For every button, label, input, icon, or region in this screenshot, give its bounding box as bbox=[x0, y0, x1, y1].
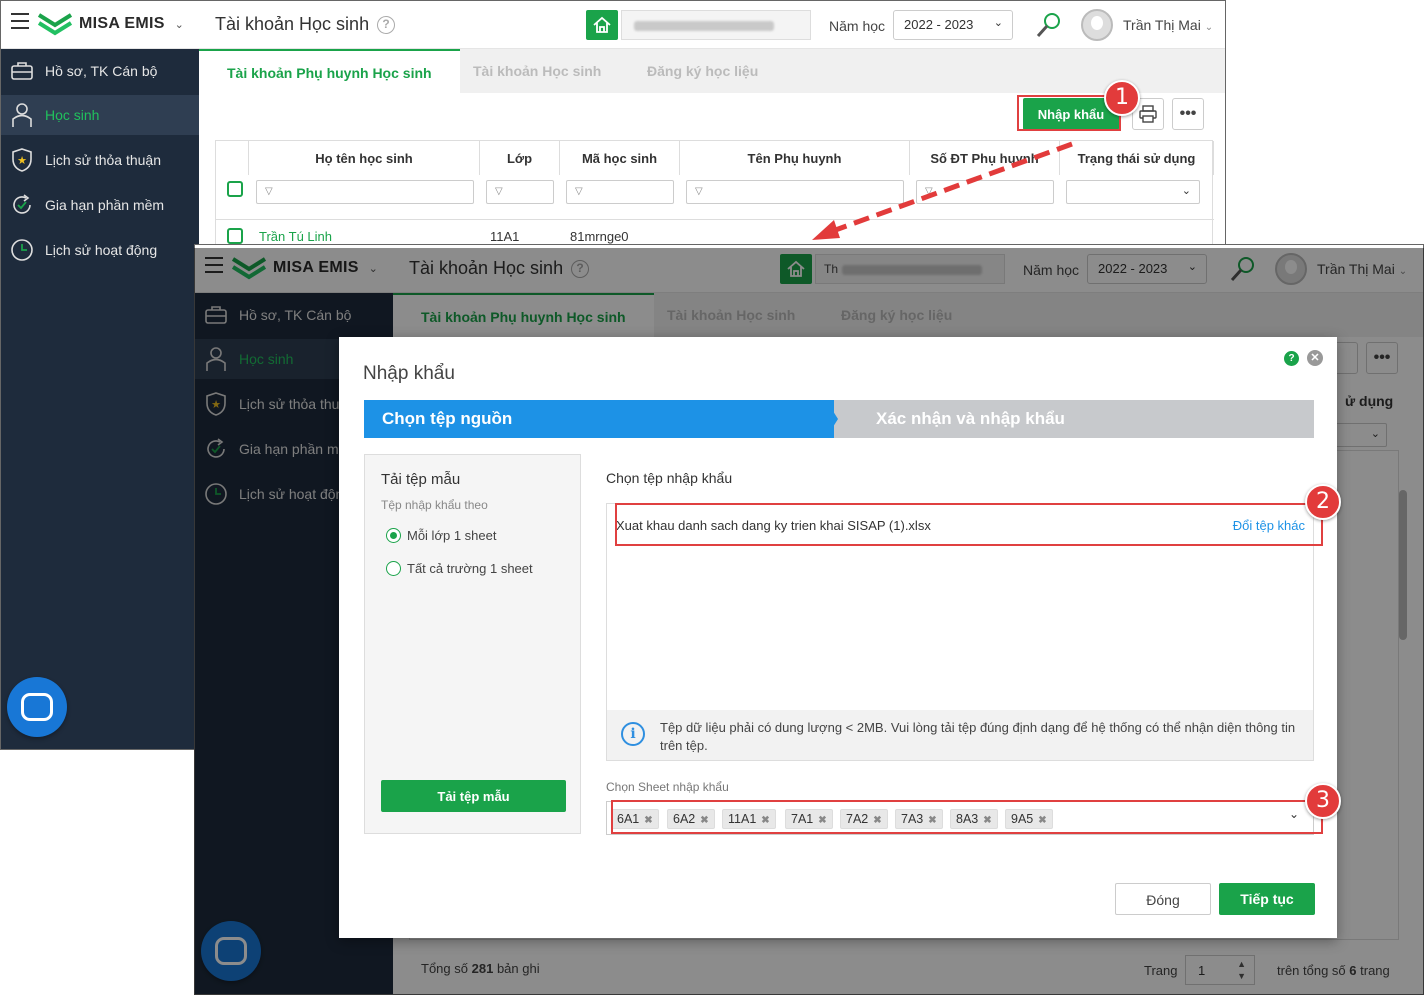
school-selector[interactable] bbox=[621, 10, 811, 40]
clock-icon bbox=[7, 235, 37, 265]
step-choose-source: Chọn tệp nguồn bbox=[364, 400, 844, 438]
radio-whole-school[interactable] bbox=[386, 561, 401, 576]
filter-input[interactable]: ▽ bbox=[566, 180, 674, 204]
avatar[interactable] bbox=[1081, 9, 1113, 41]
close-button[interactable]: Đóng bbox=[1115, 883, 1211, 915]
column-header[interactable]: Mã học sinh bbox=[560, 141, 680, 175]
sidebar-item-staff[interactable]: Hồ sơ, TK Cán bộ bbox=[1, 51, 199, 91]
brand-logo[interactable]: MISA EMIS ⌄ bbox=[37, 11, 184, 37]
student-icon bbox=[7, 100, 37, 130]
highlight-sheet-select bbox=[611, 800, 1323, 834]
tab-bar: Tài khoản Phụ huynh Học sinh Tài khoản H… bbox=[199, 49, 1225, 93]
sidebar-item-agreements[interactable]: ★ Lịch sử thỏa thuận bbox=[1, 140, 199, 180]
file-heading: Chọn tệp nhập khẩu bbox=[606, 470, 733, 486]
sidebar-item-label: Gia hạn phần mềm bbox=[45, 197, 165, 213]
filter-input[interactable]: ▽ bbox=[256, 180, 474, 204]
highlight-file-name bbox=[615, 503, 1323, 546]
brand-name: MISA EMIS bbox=[79, 15, 165, 32]
more-options-icon[interactable]: ••• bbox=[1172, 98, 1204, 130]
column-header[interactable]: Lớp bbox=[480, 141, 560, 175]
continue-button[interactable]: Tiếp tục bbox=[1219, 883, 1315, 915]
row-checkbox[interactable] bbox=[227, 228, 243, 244]
template-subheading: Tệp nhập khẩu theo bbox=[381, 498, 488, 512]
sidebar-item-label: Lịch sử hoạt động bbox=[45, 242, 158, 258]
info-bar: i Tệp dữ liệu phải có dung lượng < 2MB. … bbox=[607, 710, 1313, 760]
year-select[interactable]: 2022 - 2023 ⌄ bbox=[893, 10, 1013, 40]
year-label: Năm học bbox=[829, 18, 886, 34]
step-confirm-import: Xác nhận và nhập khẩu bbox=[834, 400, 1314, 438]
school-home-icon[interactable] bbox=[586, 10, 618, 40]
step-badge: 2 bbox=[1305, 484, 1341, 520]
help-icon[interactable]: ? bbox=[1284, 351, 1299, 366]
help-icon[interactable]: ? bbox=[377, 16, 396, 34]
user-name[interactable]: Trần Thị Mai ⌄ bbox=[1123, 17, 1213, 33]
briefcase-icon bbox=[7, 56, 37, 86]
chevron-down-icon: ⌄ bbox=[1204, 22, 1214, 33]
radio-label[interactable]: Tất cả trường 1 sheet bbox=[407, 561, 533, 576]
step-arrow bbox=[826, 400, 838, 438]
select-all-checkbox[interactable] bbox=[227, 181, 243, 197]
sidebar-item-label: Lịch sử thỏa thuận bbox=[45, 152, 162, 168]
step-badge: 1 bbox=[1104, 80, 1140, 116]
tab-parent-accounts[interactable]: Tài khoản Phụ huynh Học sinh bbox=[199, 49, 460, 93]
chat-support-button[interactable] bbox=[7, 677, 67, 737]
info-icon: i bbox=[621, 722, 645, 746]
class-cell: 11A1 bbox=[490, 229, 520, 244]
student-code-cell: 81mrnge0 bbox=[570, 229, 629, 244]
shield-star-icon: ★ bbox=[7, 145, 37, 175]
sidebar-item-students[interactable]: Học sinh bbox=[1, 95, 199, 135]
magic-search-icon[interactable] bbox=[1035, 11, 1063, 39]
download-template-button[interactable]: Tải tệp mẫu bbox=[381, 780, 566, 812]
info-text: Tệp dữ liệu phải có dung lượng < 2MB. Vu… bbox=[660, 720, 1296, 753]
radio-label[interactable]: Mỗi lớp 1 sheet bbox=[407, 528, 496, 543]
svg-text:★: ★ bbox=[17, 155, 27, 167]
hamburger-menu-icon[interactable] bbox=[11, 13, 29, 29]
sheet-label: Chọn Sheet nhập khẩu bbox=[606, 780, 729, 794]
sidebar-item-history[interactable]: Lịch sử hoạt động bbox=[1, 230, 199, 270]
close-icon[interactable]: ✕ bbox=[1307, 350, 1323, 366]
sidebar-item-label: Học sinh bbox=[45, 107, 100, 123]
dialog-title: Nhập khẩu bbox=[363, 363, 455, 384]
tab-material-registration[interactable]: Đăng ký học liệu bbox=[619, 49, 786, 93]
chevron-down-icon: ⌄ bbox=[993, 17, 1003, 29]
step-badge: 3 bbox=[1305, 783, 1341, 819]
misa-logo-icon bbox=[37, 13, 73, 36]
chevron-down-icon: ⌄ bbox=[1181, 185, 1191, 197]
sidebar-item-label: Hồ sơ, TK Cán bộ bbox=[45, 63, 158, 79]
student-name-link[interactable]: Trần Tú Linh bbox=[259, 229, 332, 244]
template-heading: Tải tệp mẫu bbox=[381, 471, 461, 488]
template-panel: Tải tệp mẫu Tệp nhập khẩu theo Mỗi lớp 1… bbox=[364, 454, 581, 834]
sidebar: Hồ sơ, TK Cán bộ Học sinh ★ Lịch sử thỏa… bbox=[1, 49, 199, 749]
page-title: Tài khoản Học sinh? bbox=[215, 14, 396, 35]
radio-per-class[interactable] bbox=[386, 528, 401, 543]
filter-input[interactable]: ▽ bbox=[486, 180, 554, 204]
select-column bbox=[216, 141, 249, 175]
sidebar-item-renewal[interactable]: Gia hạn phần mềm bbox=[1, 185, 199, 225]
chevron-down-icon[interactable]: ⌄ bbox=[175, 18, 184, 31]
import-dialog: Nhập khẩu ? ✕ Chọn tệp nguồn Xác nhận và… bbox=[339, 337, 1337, 938]
dashed-arrow-icon bbox=[812, 141, 1073, 240]
column-header[interactable]: Họ tên học sinh bbox=[249, 141, 480, 175]
renew-icon bbox=[7, 190, 37, 220]
top-bar: MISA EMIS ⌄ Tài khoản Học sinh? Năm học … bbox=[1, 1, 1225, 49]
tab-student-accounts[interactable]: Tài khoản Học sinh bbox=[445, 49, 629, 93]
